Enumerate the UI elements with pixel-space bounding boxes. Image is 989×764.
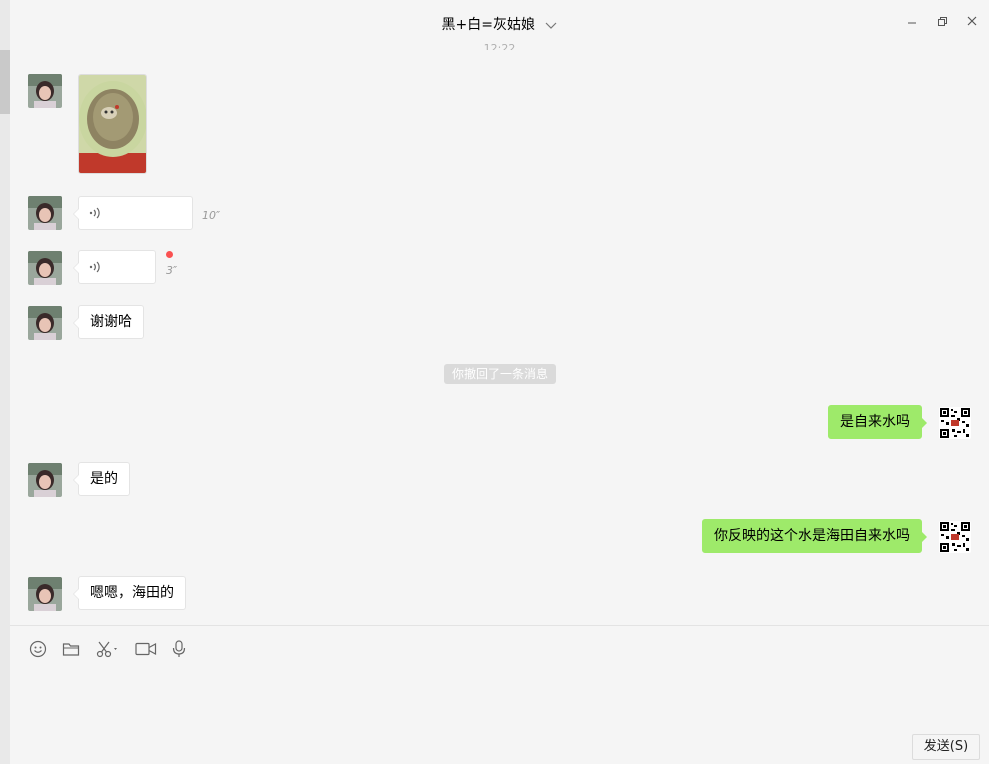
my-avatar[interactable] [939, 521, 971, 553]
chat-title-text: 黑+白=灰姑娘 [441, 17, 535, 33]
composer-divider [10, 625, 989, 626]
text-message[interactable]: 是的 [73, 462, 130, 496]
chat-title[interactable]: 黑+白=灰姑娘 [10, 14, 989, 34]
voice-duration: 3″ [166, 264, 178, 277]
image-thumbnail [79, 75, 146, 173]
restore-icon[interactable] [935, 14, 949, 28]
chevron-down-icon[interactable] [545, 20, 557, 30]
voice-message[interactable] [73, 250, 156, 284]
system-message: 你撤回了一条消息 [444, 364, 557, 384]
my-avatar[interactable] [939, 407, 971, 439]
image-message[interactable] [78, 74, 147, 174]
voice-duration: 10″ [202, 209, 221, 222]
contact-avatar[interactable] [28, 577, 62, 611]
chat-history[interactable]: 10″ 3″ 谢谢哈 你撤回了一条消息 是自来水吗 是的 你反映的这个水是海田自… [10, 50, 989, 625]
clipped-timestamp: 12:22 [483, 42, 516, 50]
folder-icon[interactable] [60, 638, 82, 660]
voice-wave-icon [89, 261, 100, 273]
send-button[interactable]: 发送(S) [912, 734, 980, 760]
sent-text-message[interactable]: 你反映的这个水是海田自来水吗 [702, 519, 927, 553]
video-call-icon[interactable] [134, 638, 158, 660]
message-input[interactable] [10, 665, 989, 735]
minimize-icon[interactable] [905, 14, 919, 28]
contact-avatar[interactable] [28, 196, 62, 230]
contact-avatar[interactable] [28, 251, 62, 285]
contact-avatar[interactable] [28, 463, 62, 497]
sent-text-message[interactable]: 是自来水吗 [828, 405, 927, 439]
microphone-icon[interactable] [170, 638, 188, 660]
voice-message[interactable] [73, 196, 193, 230]
scissors-icon[interactable] [94, 638, 122, 660]
text-message[interactable]: 嗯嗯，海田的 [73, 576, 186, 610]
emoji-icon[interactable] [28, 638, 48, 660]
voice-wave-icon [89, 207, 100, 219]
contact-avatar[interactable] [28, 74, 62, 108]
sidebar-scrollbar-thumb[interactable] [0, 50, 10, 114]
window-controls [905, 14, 979, 28]
composer-toolbar [28, 638, 188, 660]
left-scroll-strip [0, 0, 10, 764]
contact-avatar[interactable] [28, 306, 62, 340]
close-icon[interactable] [965, 14, 979, 28]
text-message[interactable]: 谢谢哈 [73, 305, 144, 339]
unread-dot [166, 251, 173, 258]
